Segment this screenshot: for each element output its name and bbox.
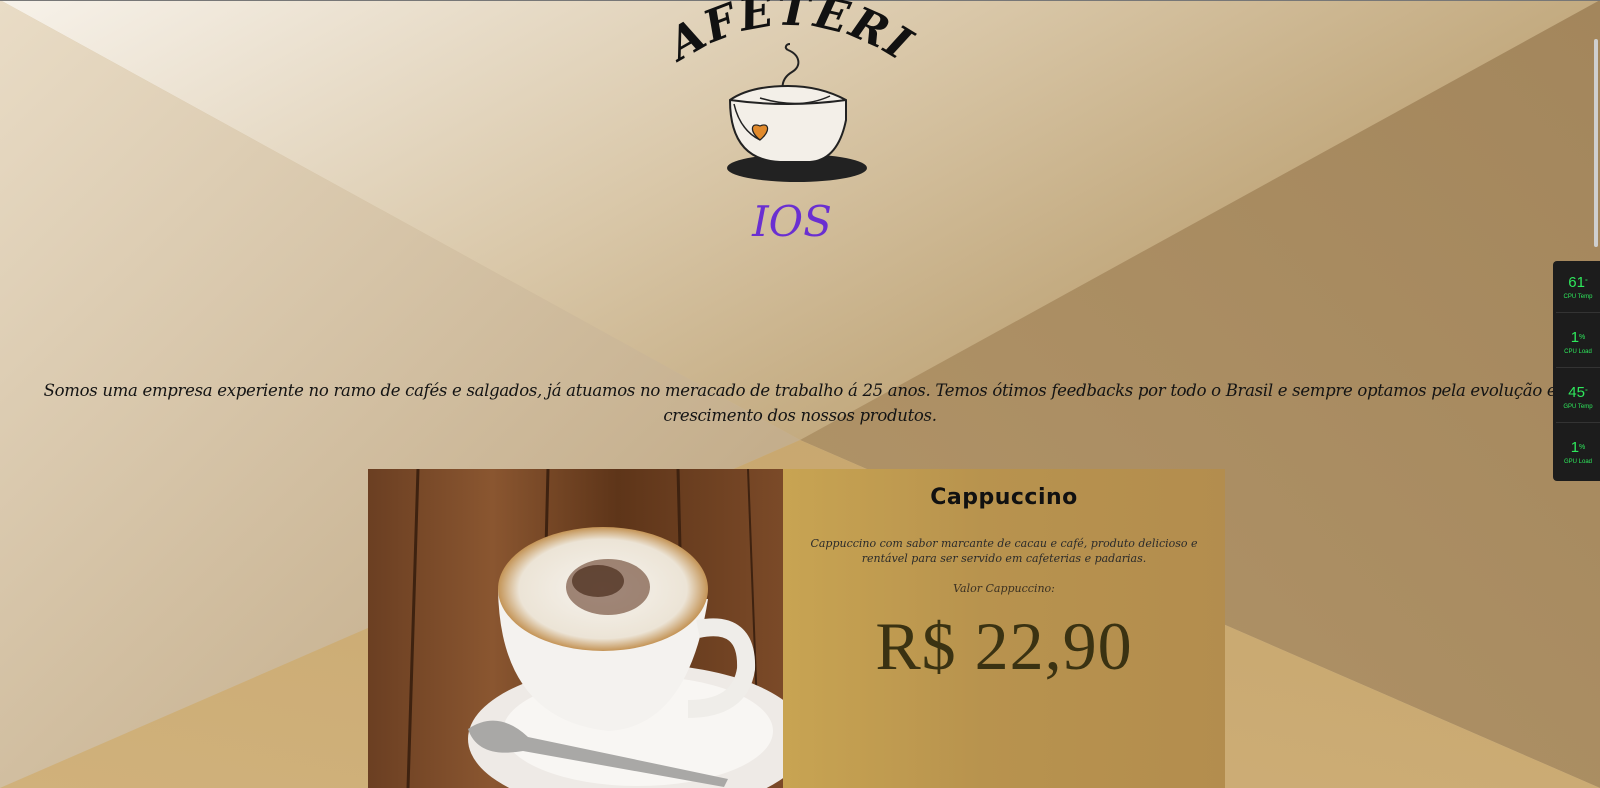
monitor-unit: % [1579,334,1586,341]
monitor-label: CPU Load [1564,349,1592,355]
monitor-gpu-temp: 45° GPU Temp [1556,371,1600,423]
product-title: Cappuccino [930,485,1078,510]
monitor-label: GPU Temp [1563,404,1593,410]
monitor-label: CPU Temp [1563,294,1593,300]
monitor-value: 45 [1568,384,1585,401]
product-description: Cappuccino com sabor marcante de cacau e… [810,537,1198,565]
about-text: Somos uma empresa experiente no ramo de … [43,381,1557,425]
monitor-value: 61 [1568,274,1585,291]
price-label: Valor Cappuccino: [953,582,1055,595]
product-card: Cappuccino Cappuccino com sabor marcante… [368,469,1225,788]
monitor-unit: ° [1584,279,1588,286]
product-info-panel: Cappuccino Cappuccino com sabor marcante… [783,469,1225,788]
logo-brand-text: CAFETERIA [660,0,920,72]
monitor-gpu-load: 1% GPU Load [1556,426,1600,477]
monitor-unit: % [1579,444,1586,451]
monitor-value: 1 [1570,439,1580,456]
monitor-label: GPU Load [1563,459,1593,465]
svg-text:CAFETERIA: CAFETERIA [660,0,920,72]
price-value: R$ 22,90 [875,608,1133,684]
monitor-cpu-temp: 61° CPU Temp [1556,261,1600,313]
monitor-value: 1 [1570,329,1580,346]
hardware-monitor-widget: 61° CPU Temp 1% CPU Load 45° GPU Temp 1%… [1553,261,1600,481]
cappuccino-photo [368,469,783,788]
scrollbar-thumb[interactable] [1594,39,1598,247]
monitor-cpu-load: 1% CPU Load [1556,316,1600,368]
logo-sub-text: IOS [751,197,832,246]
monitor-unit: ° [1584,389,1588,396]
cafeteria-logo: CAFETERIA IOS [660,0,920,246]
